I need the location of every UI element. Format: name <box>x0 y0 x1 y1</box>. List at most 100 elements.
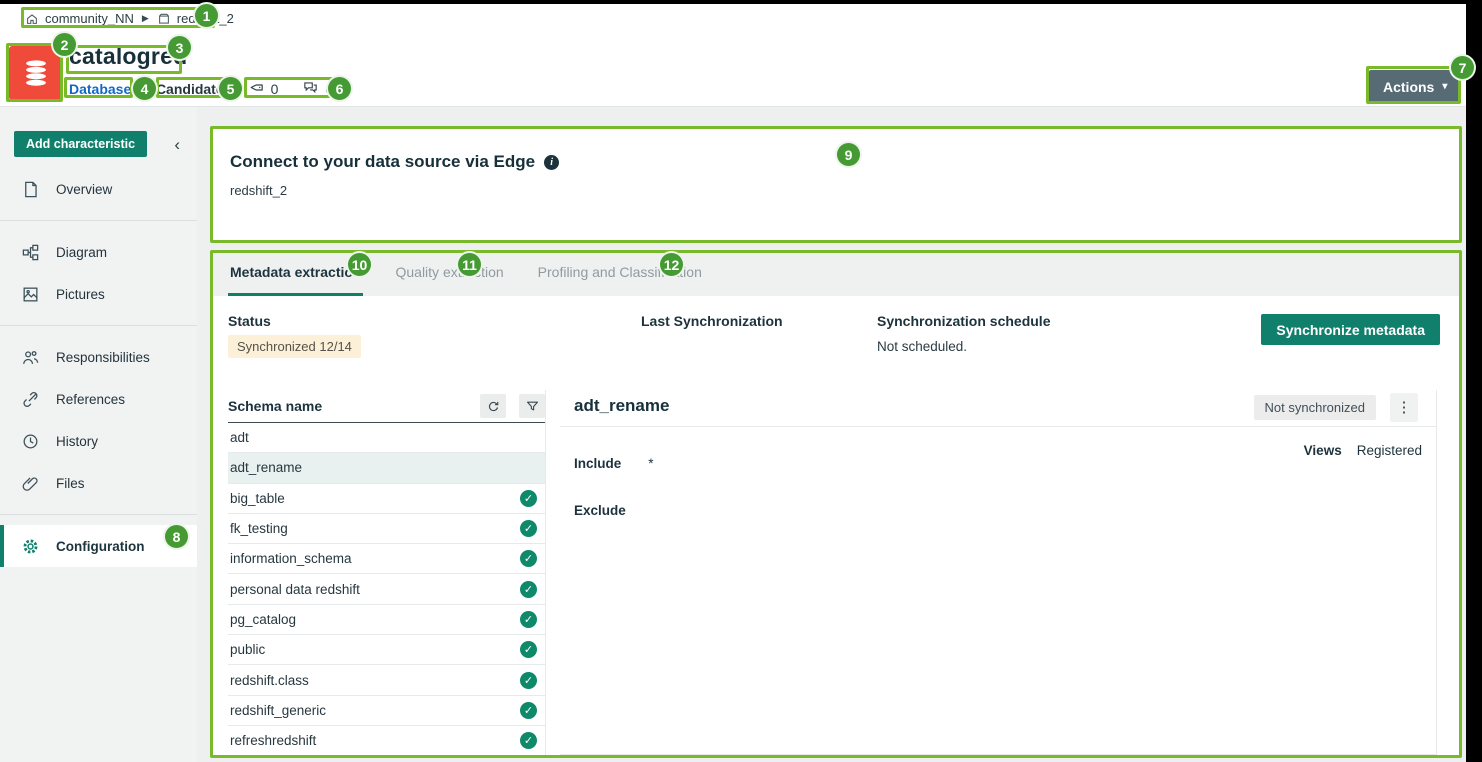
screen-edge-top <box>0 0 1482 4</box>
add-characteristic-button[interactable]: Add characteristic <box>14 131 147 157</box>
sidebar-item-label: Diagram <box>56 245 107 260</box>
edge-panel-title: Connect to your data source via Edge <box>230 152 535 172</box>
screen-edge-right <box>1466 0 1482 762</box>
asset-status-label[interactable]: Candidate <box>156 81 224 97</box>
sidebar-item-history[interactable]: History <box>0 420 197 462</box>
views-toggle[interactable]: Views <box>1304 443 1342 458</box>
actions-button[interactable]: Actions ▾ <box>1369 70 1461 103</box>
synchronized-check-icon: ✓ <box>520 702 537 719</box>
breadcrumb-community[interactable]: community_NN <box>45 11 134 26</box>
include-row: Include * <box>574 456 654 471</box>
schema-row-redshift-class[interactable]: redshift.class ✓ <box>228 665 545 695</box>
sidebar-item-label: History <box>56 434 98 449</box>
schema-row-big-table[interactable]: big_table✓ <box>228 484 545 514</box>
schema-row-information-schema[interactable]: information_schema ✓ <box>228 544 545 574</box>
sidebar-item-label: Overview <box>56 182 112 197</box>
breadcrumb: community_NN ▶ redshift_2 <box>25 11 234 26</box>
asset-header: community_NN ▶ redshift_2 catalogred Dat… <box>0 0 1466 106</box>
document-icon <box>21 180 40 199</box>
database-asset-icon <box>9 46 63 100</box>
views-registered-row: Views Registered <box>1304 443 1422 458</box>
paperclip-icon <box>21 474 40 493</box>
sidebar-item-responsibilities[interactable]: Responsibilities <box>0 336 197 378</box>
registered-toggle[interactable]: Registered <box>1357 443 1422 458</box>
diagram-icon <box>21 243 40 262</box>
schema-name: public <box>230 642 265 657</box>
detail-title: adt_rename <box>574 396 669 416</box>
sidebar: Add characteristic ‹ Overview Diagram Pict… <box>0 107 197 762</box>
schema-row-public[interactable]: public ✓ <box>228 635 545 665</box>
people-icon <box>21 348 40 367</box>
sidebar-item-overview[interactable]: Overview <box>0 168 197 210</box>
sidebar-divider <box>0 514 197 515</box>
status-badge: Synchronized 12/14 <box>228 335 361 358</box>
refresh-button[interactable] <box>480 394 506 418</box>
tag-count[interactable]: 0 <box>248 79 279 99</box>
sidebar-item-pictures[interactable]: Pictures <box>0 273 197 315</box>
chevron-down-icon: ▾ <box>1442 81 1447 92</box>
schema-row-adt[interactable]: adt <box>228 423 545 453</box>
sidebar-item-diagram[interactable]: Diagram <box>0 231 197 273</box>
references-icon <box>21 390 40 409</box>
schema-row-personal-data-redshift[interactable]: personal data redshift✓ <box>228 574 545 604</box>
sidebar-item-references[interactable]: References <box>0 378 197 420</box>
schema-name: big_table <box>230 491 285 506</box>
schema-row-fk-testing[interactable]: fk_testing✓ <box>228 514 545 544</box>
comment-count[interactable]: 0 <box>302 79 333 99</box>
schema-row-redshift-generic[interactable]: redshift_generic ✓ <box>228 696 545 726</box>
history-icon <box>21 432 40 451</box>
synchronized-check-icon: ✓ <box>520 520 537 537</box>
sidebar-item-label: Files <box>56 476 85 491</box>
sidebar-item-configuration[interactable]: Configuration <box>0 525 197 567</box>
gear-icon <box>21 537 40 556</box>
asset-box-icon <box>157 12 171 26</box>
info-icon[interactable]: i <box>544 155 559 170</box>
synchronized-check-icon: ✓ <box>520 641 537 658</box>
tab-profiling-and-classification[interactable]: Profiling and Classification <box>536 251 704 296</box>
sync-schedule-value: Not scheduled. <box>877 339 967 354</box>
synchronized-check-icon: ✓ <box>520 581 537 598</box>
schema-row-refreshredshift[interactable]: refreshredshift✓ <box>228 726 545 756</box>
synchronized-check-icon: ✓ <box>520 550 537 567</box>
tab-metadata-extraction[interactable]: Metadata extraction <box>228 251 363 296</box>
extraction-tabs: Metadata extraction Quality extraction Pro… <box>212 251 1460 296</box>
sidebar-divider <box>0 325 197 326</box>
not-synchronized-badge: Not synchronized <box>1254 395 1376 420</box>
schema-name: adt_rename <box>230 460 302 475</box>
last-sync-label: Last Synchronization <box>641 313 783 329</box>
schema-name: refreshredshift <box>230 733 316 748</box>
app-root: community_NN ▶ redshift_2 catalogred Dat… <box>0 0 1482 762</box>
breadcrumb-separator-icon: ▶ <box>142 13 149 24</box>
synchronized-check-icon: ✓ <box>520 672 537 689</box>
include-value[interactable]: * <box>648 456 653 471</box>
community-icon <box>25 12 39 26</box>
exclude-label: Exclude <box>574 503 626 518</box>
configuration-content: Metadata extraction Quality extraction Pro… <box>212 251 1460 757</box>
status-section-label: Status <box>228 313 271 329</box>
breadcrumb-asset[interactable]: redshift_2 <box>177 11 234 26</box>
schema-row-adt-rename[interactable]: adt_rename <box>228 453 545 483</box>
synchronized-check-icon: ✓ <box>520 611 537 628</box>
schema-name: redshift_generic <box>230 703 326 718</box>
schema-name: redshift.class <box>230 673 309 688</box>
sidebar-collapse-icon[interactable]: ‹ <box>170 134 184 155</box>
schema-detail-panel: adt_rename Not synchronized ⋮ Views Regi… <box>560 390 1437 755</box>
filter-button[interactable] <box>519 394 545 418</box>
tab-quality-extraction[interactable]: Quality extraction <box>393 251 505 296</box>
schema-row-pg-catalog[interactable]: pg_catalog✓ <box>228 605 545 635</box>
sidebar-nav: Overview Diagram Pictures Responsibilities R… <box>0 168 197 567</box>
include-label: Include <box>574 456 621 471</box>
table-divider <box>545 390 546 757</box>
sidebar-item-label: Configuration <box>56 539 144 554</box>
sidebar-item-files[interactable]: Files <box>0 462 197 504</box>
asset-type-link[interactable]: Database <box>69 81 131 97</box>
sync-schedule-label: Synchronization schedule <box>877 313 1050 329</box>
synchronize-metadata-button[interactable]: Synchronize metadata <box>1261 314 1440 345</box>
asset-meta-row: Database · Candidate 0 0 <box>69 79 333 99</box>
sidebar-item-label: Pictures <box>56 287 105 302</box>
kebab-menu-button[interactable]: ⋮ <box>1390 393 1418 422</box>
picture-icon <box>21 285 40 304</box>
schema-name: information_schema <box>230 551 352 566</box>
sidebar-item-label: References <box>56 392 125 407</box>
page-title: catalogred <box>69 43 187 70</box>
